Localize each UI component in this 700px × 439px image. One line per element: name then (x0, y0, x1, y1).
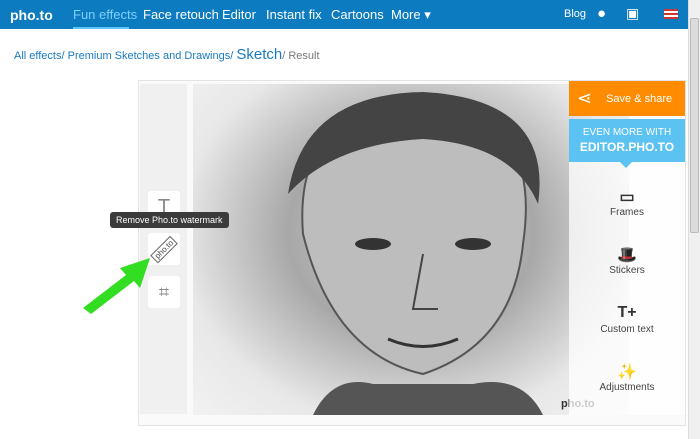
crumb-result: / Result (282, 50, 320, 62)
stickers-label: Stickers (609, 265, 645, 276)
nav-more[interactable]: More ▾ (391, 7, 431, 23)
nav-editor[interactable]: Editor (222, 7, 256, 22)
active-underline (73, 27, 129, 29)
hat-mustache-icon: 🎩 (617, 247, 637, 264)
share-icon: ⋖ (577, 88, 593, 108)
promo-line1: EVEN MORE WITH (582, 127, 672, 138)
scrollbar-thumb[interactable] (690, 18, 699, 233)
nav-instant-fix[interactable]: Instant fix (266, 7, 322, 22)
green-arrow-annotation (83, 258, 150, 314)
custom-text-label: Custom text (600, 324, 654, 335)
crumb-premium[interactable]: Premium Sketches and Drawings/ (68, 50, 234, 62)
apple-icon[interactable]: ● (597, 5, 606, 22)
crumb-sketch[interactable]: Sketch (236, 46, 282, 63)
nav-face-retouch[interactable]: Face retouch (143, 7, 219, 22)
flag-icon[interactable] (664, 9, 678, 19)
stickers-button[interactable]: 🎩 Stickers (569, 245, 685, 276)
frames-label: Frames (610, 207, 644, 218)
frame-icon: ▭ (619, 189, 635, 206)
crumb-all-effects[interactable]: All effects/ (14, 50, 65, 62)
breadcrumb: All effects/ Premium Sketches and Drawin… (14, 46, 320, 63)
nav-cartoons[interactable]: Cartoons (331, 7, 384, 22)
promo-line2: EDITOR.PHO.TO (579, 140, 675, 154)
text-plus-icon: T+ (617, 304, 637, 321)
save-share-button[interactable]: ⋖ Save & share (569, 81, 685, 116)
sketch-photo: pho.to (193, 84, 629, 415)
logo[interactable]: pho.to (10, 7, 53, 23)
adjustments-label: Adjustments (599, 382, 655, 393)
editor-promo-button[interactable]: EVEN MORE WITH EDITOR.PHO.TO (569, 119, 685, 162)
portrait-sketch (288, 92, 543, 415)
frames-button[interactable]: ▭ Frames (569, 187, 685, 218)
nav-fun-effects[interactable]: Fun effects (73, 7, 137, 22)
adjustments-button[interactable]: ✨ Adjustments (569, 362, 685, 393)
tooltip: Remove Pho.to watermark (110, 212, 229, 228)
custom-text-button[interactable]: T+ Custom text (569, 304, 685, 335)
save-share-label: Save & share (606, 92, 673, 105)
magic-wand-icon: ✨ (617, 364, 637, 381)
top-nav: pho.to Fun effects Face retouch Editor I… (0, 0, 688, 29)
promo-pointer (620, 162, 632, 174)
android-icon[interactable]: ▣ (626, 5, 639, 22)
nav-blog[interactable]: Blog (564, 8, 586, 20)
